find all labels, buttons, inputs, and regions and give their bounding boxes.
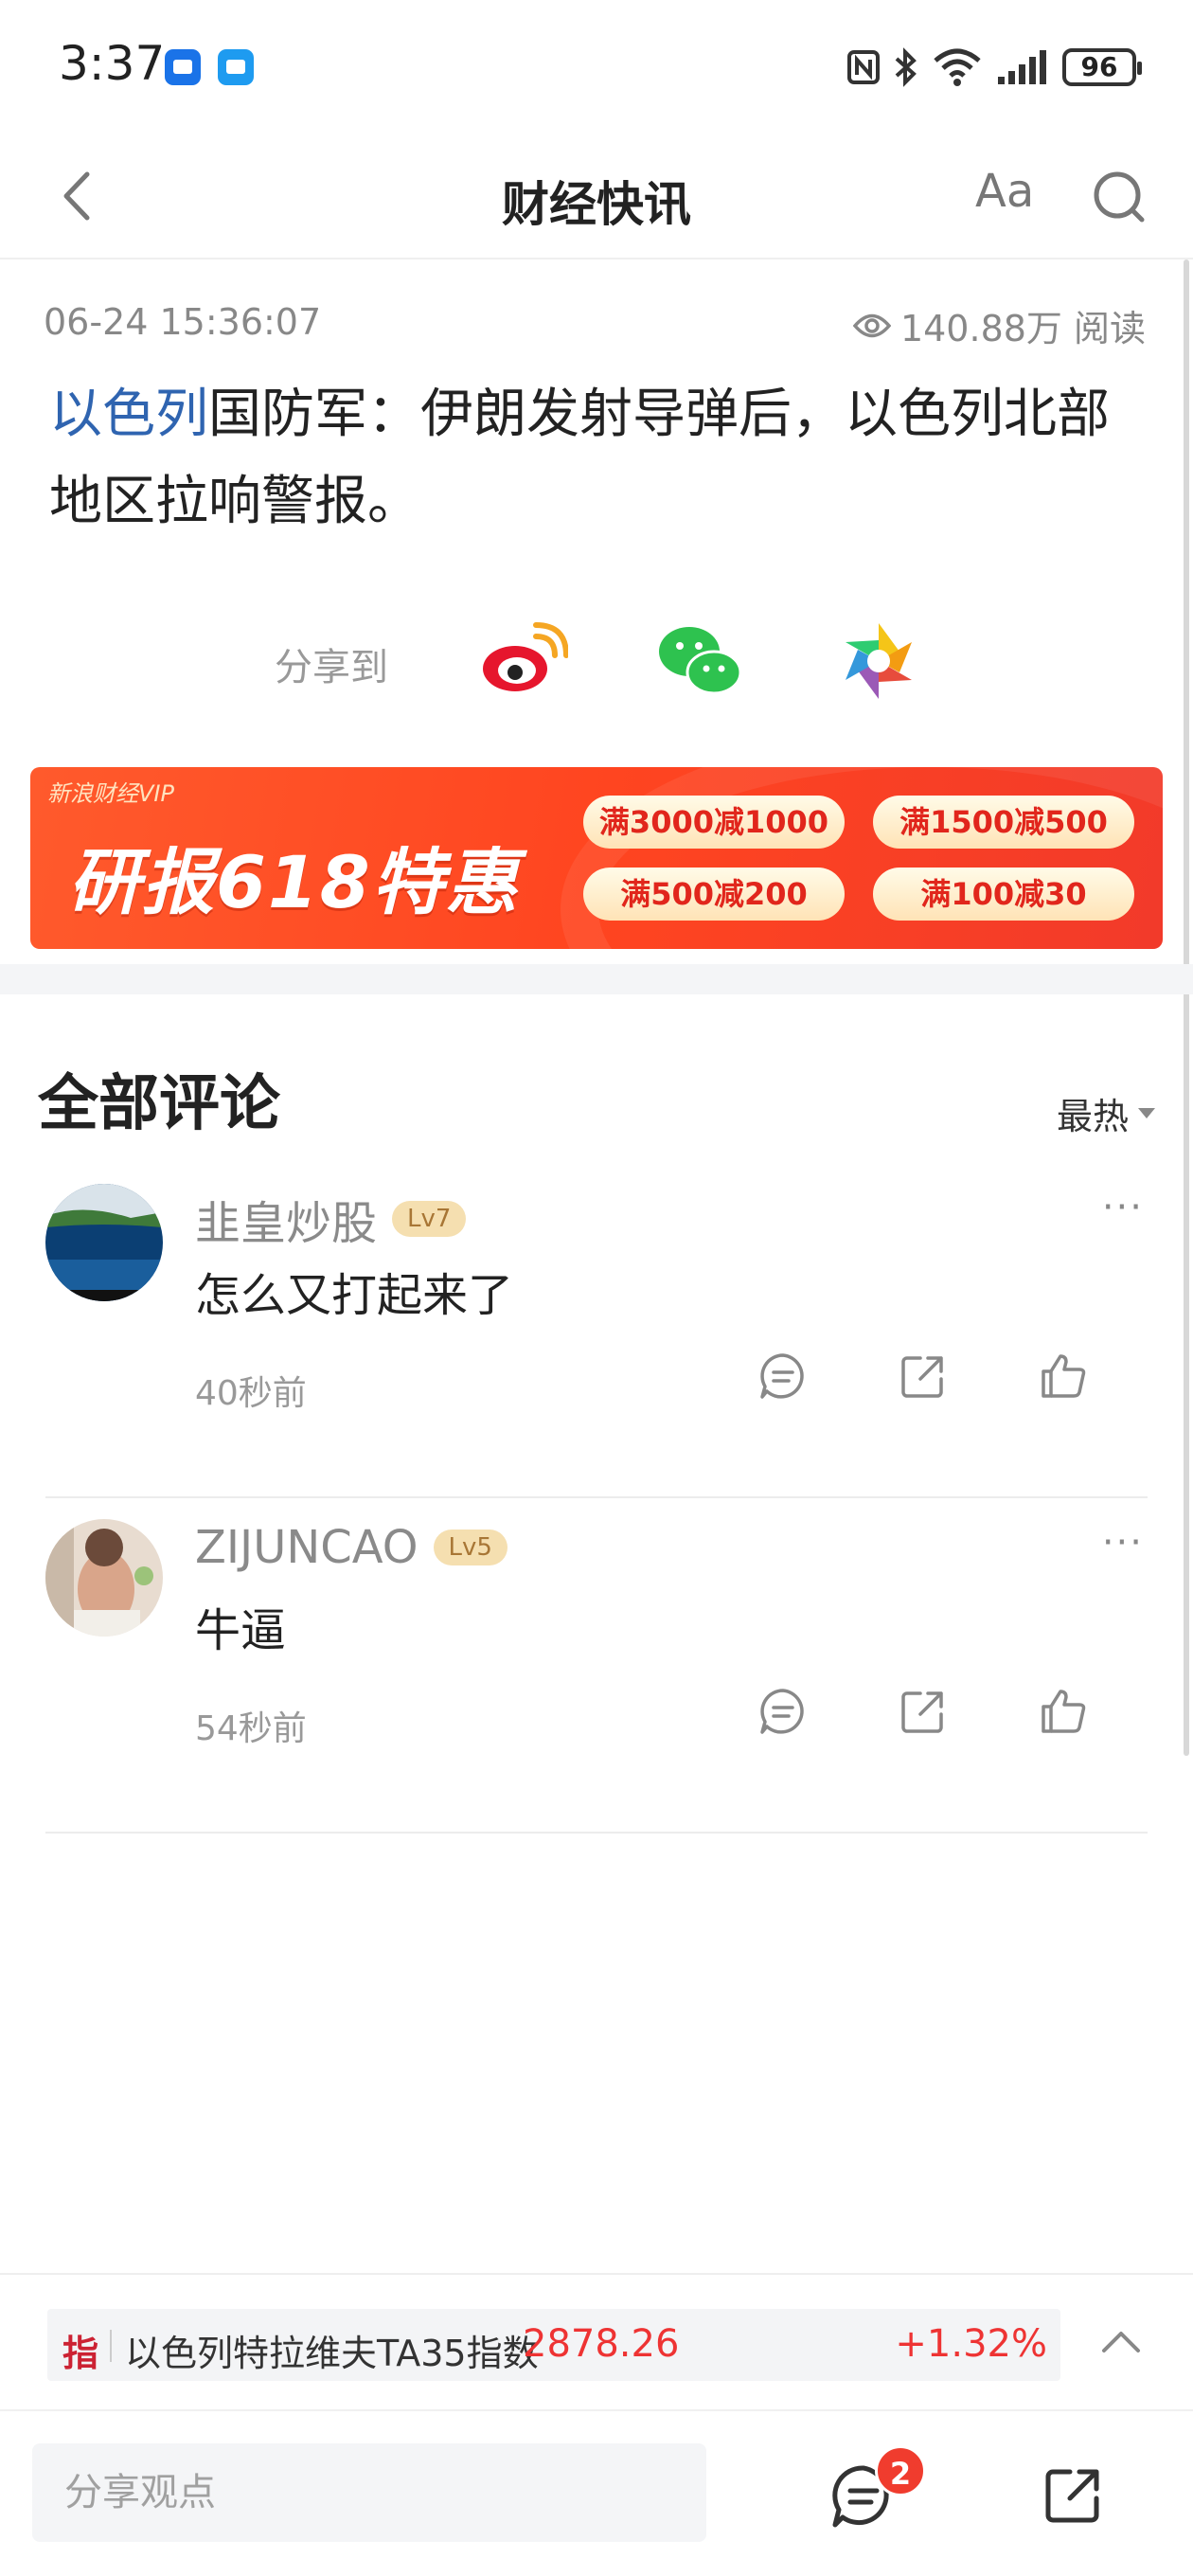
index-ticker-bar: 指 以色列特拉维夫TA35指数 2878.26 +1.32% — [0, 2273, 1193, 2406]
promo-banner[interactable]: 新浪财经VIP 研报618特惠 满3000减1000 满1500减500 满50… — [30, 767, 1163, 949]
share-row: 分享到 — [0, 616, 1193, 710]
like-icon[interactable] — [1038, 1351, 1089, 1402]
divider — [45, 1832, 1148, 1834]
share-icon[interactable] — [898, 1686, 949, 1737]
opinion-input[interactable] — [32, 2443, 706, 2542]
view-count-text: 140.88万 阅读 — [899, 308, 1146, 349]
more-options-icon[interactable]: ··· — [1102, 1186, 1144, 1229]
comment-user[interactable]: ZIJUNCAO Lv5 — [195, 1521, 507, 1574]
sort-label: 最热 — [1056, 1096, 1129, 1137]
article-datetime: 06-24 15:36:07 — [44, 301, 322, 343]
reply-icon[interactable] — [757, 1351, 809, 1402]
search-icon[interactable] — [1089, 167, 1148, 225]
wifi-icon — [934, 48, 981, 86]
like-icon[interactable] — [1038, 1686, 1089, 1737]
index-name: 以色列特拉维夫TA35指数 — [125, 2333, 539, 2374]
comment-time: 40秒前 — [195, 1374, 307, 1413]
battery-icon: 96 — [1062, 48, 1142, 86]
separator — [110, 2330, 112, 2362]
username[interactable]: 韭皇炒股 — [195, 1186, 377, 1252]
status-time: 3:37 — [59, 36, 166, 91]
comments-heading: 全部评论 — [38, 1069, 280, 1139]
comment-text: 怎么又打起来了 — [195, 1269, 514, 1322]
font-size-button[interactable]: Aa — [975, 165, 1034, 218]
chevron-up-icon[interactable] — [1100, 2328, 1142, 2356]
index-change: +1.32% — [895, 2322, 1047, 2366]
comment-time: 54秒前 — [195, 1709, 307, 1748]
article-body: 以色列国防军：伊朗发射导弹后，以色列北部地区拉响警报。 — [49, 371, 1157, 546]
banner-coupon: 满500减200 — [583, 868, 845, 921]
view-count: 140.88万 阅读 — [852, 299, 1146, 351]
article-tag-link[interactable]: 以色列 — [49, 384, 208, 445]
signal-icon — [998, 50, 1046, 84]
status-icons: 96 — [846, 44, 1142, 91]
divider — [45, 1496, 1148, 1498]
share-icon[interactable] — [1042, 2464, 1104, 2527]
section-divider — [0, 964, 1193, 994]
index-price: 2878.26 — [523, 2322, 680, 2366]
comment-count-badge: 2 — [875, 2445, 926, 2496]
mail-notification-icon — [165, 49, 201, 85]
comment-text: 牛逼 — [195, 1604, 287, 1657]
reply-icon[interactable] — [757, 1686, 809, 1737]
banner-coupon: 满3000减1000 — [583, 796, 845, 849]
level-badge: Lv7 — [392, 1201, 467, 1237]
avatar[interactable] — [45, 1184, 163, 1301]
comment-actions — [757, 1686, 1089, 1737]
level-badge: Lv5 — [433, 1530, 507, 1565]
comment-actions — [757, 1351, 1089, 1402]
comment-user[interactable]: 韭皇炒股 Lv7 — [195, 1186, 467, 1252]
weibo-icon[interactable] — [477, 616, 568, 707]
index-badge: 指 — [62, 2333, 99, 2374]
bluetooth-icon — [895, 47, 917, 87]
eye-icon — [852, 313, 891, 337]
status-bar: 3:37 96 — [0, 0, 1193, 133]
banner-coupon: 满100减30 — [873, 868, 1134, 921]
banner-title: 研报618特惠 — [68, 840, 520, 924]
share-label: 分享到 — [275, 646, 388, 689]
chevron-down-icon — [1138, 1108, 1155, 1118]
sort-dropdown[interactable]: 最热 — [1057, 1087, 1155, 1139]
bottom-bar: 2 — [0, 2409, 1193, 2576]
avatar[interactable] — [45, 1519, 163, 1637]
banner-brand: 新浪财经VIP — [47, 780, 174, 807]
share-icon[interactable] — [898, 1351, 949, 1402]
comment-item: ZIJUNCAO Lv5 ··· 牛逼 54秒前 — [0, 1500, 1193, 1834]
banner-coupon: 满1500减500 — [873, 796, 1134, 849]
article-text: 国防军：伊朗发射导弹后，以色列北部地区拉响警报。 — [49, 384, 1110, 532]
top-nav: 财经快讯 Aa — [0, 133, 1193, 259]
more-options-icon[interactable]: ··· — [1102, 1521, 1144, 1565]
comment-item: 韭皇炒股 Lv7 ··· 怎么又打起来了 40秒前 — [0, 1165, 1193, 1498]
moments-icon[interactable] — [833, 616, 924, 707]
index-ticker[interactable]: 指 以色列特拉维夫TA35指数 2878.26 +1.32% — [47, 2309, 1060, 2381]
wechat-icon[interactable] — [655, 616, 746, 707]
message-notification-icon — [218, 49, 254, 85]
username[interactable]: ZIJUNCAO — [195, 1521, 418, 1574]
nfc-icon — [847, 50, 880, 84]
